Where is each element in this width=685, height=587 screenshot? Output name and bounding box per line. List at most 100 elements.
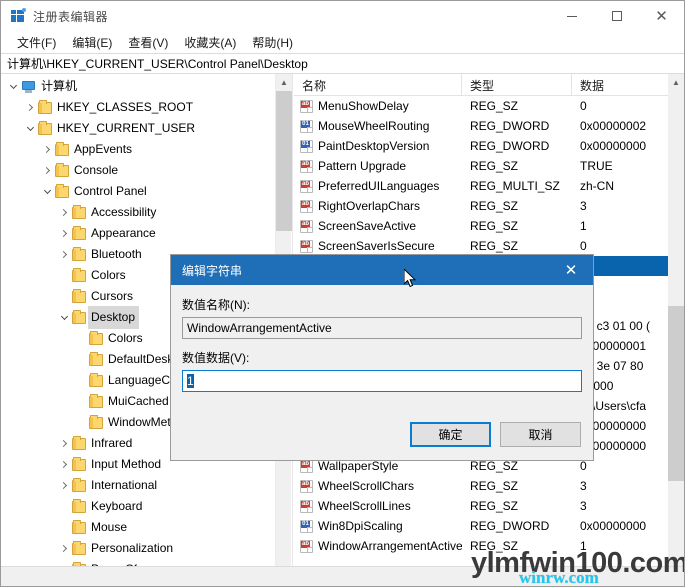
folder-icon bbox=[72, 435, 86, 450]
value-data-input[interactable]: 1 bbox=[182, 370, 582, 392]
registry-value-row[interactable]: ab RightOverlapChars REG_SZ 3 bbox=[294, 196, 668, 216]
tree-node[interactable]: Control Panel bbox=[1, 181, 276, 202]
address-bar[interactable]: 计算机\HKEY_CURRENT_USER\Control Panel\Desk… bbox=[1, 53, 684, 74]
list-scroll-thumb[interactable] bbox=[668, 306, 684, 481]
tree-node-label: MuiCached bbox=[108, 394, 169, 408]
registry-value-row[interactable]: 01 PaintDesktopVersion REG_DWORD 0x00000000 bbox=[294, 136, 668, 156]
folder-icon bbox=[38, 99, 52, 114]
chevron-down-icon[interactable] bbox=[56, 307, 72, 328]
value-name-input[interactable]: WindowArrangementActive bbox=[182, 317, 582, 339]
tree-node-label: Console bbox=[74, 163, 119, 177]
cancel-button[interactable]: 取消 bbox=[500, 422, 581, 447]
column-header-data[interactable]: 数据 bbox=[572, 74, 668, 96]
column-header-name[interactable]: 名称 bbox=[294, 74, 462, 96]
window-controls: ✕ bbox=[549, 1, 684, 31]
tree-node-label: WindowMet bbox=[108, 415, 171, 429]
menu-help[interactable]: 帮助(H) bbox=[244, 32, 301, 53]
registry-editor-icon bbox=[10, 8, 26, 24]
tree-node[interactable]: AppEvents bbox=[1, 139, 276, 160]
chevron-right-icon[interactable] bbox=[56, 223, 72, 244]
minimize-button[interactable] bbox=[549, 1, 594, 31]
registry-value-row[interactable]: ab ScreenSaveActive REG_SZ 1 bbox=[294, 216, 668, 236]
tree-node[interactable]: HKEY_CURRENT_USER bbox=[1, 118, 276, 139]
value-name-text: MenuShowDelay bbox=[318, 99, 409, 113]
value-name-text: Pattern Upgrade bbox=[318, 159, 407, 173]
folder-icon bbox=[55, 183, 69, 198]
registry-value-row[interactable]: 01 MouseWheelRouting REG_DWORD 0x00000002 bbox=[294, 116, 668, 136]
value-type-cell: REG_SZ bbox=[470, 459, 519, 473]
chevron-right-icon[interactable] bbox=[39, 160, 55, 181]
value-name-text: WheelScrollChars bbox=[318, 479, 415, 493]
value-name-text: PreferredUILanguages bbox=[318, 179, 440, 193]
tree-node-label: 计算机 bbox=[41, 79, 78, 93]
value-name-cell: ab Pattern Upgrade bbox=[294, 159, 462, 173]
menu-edit[interactable]: 编辑(E) bbox=[64, 32, 120, 53]
value-data-cell: 0x00000002 bbox=[580, 119, 647, 133]
value-data-cell: 0x00000000 bbox=[580, 519, 647, 533]
string-value-icon: ab bbox=[300, 99, 313, 113]
dialog-close-button[interactable]: ✕ bbox=[549, 255, 593, 285]
chevron-right-icon[interactable] bbox=[56, 244, 72, 265]
value-data-cell: zh-CN bbox=[580, 179, 615, 193]
maximize-button[interactable] bbox=[594, 1, 639, 31]
menu-favorites[interactable]: 收藏夹(A) bbox=[176, 32, 244, 53]
registry-value-row[interactable]: ab WindowArrangementActive REG_SZ 1 bbox=[294, 536, 668, 556]
value-type-cell: REG_SZ bbox=[470, 239, 519, 253]
registry-value-row[interactable]: ab MenuShowDelay REG_SZ 0 bbox=[294, 96, 668, 116]
menu-view[interactable]: 查看(V) bbox=[120, 32, 176, 53]
tree-node-label: Colors bbox=[91, 268, 126, 282]
tree-node-label: Desktop bbox=[88, 306, 140, 329]
tree-node[interactable]: International bbox=[1, 475, 276, 496]
tree-node[interactable]: 计算机 bbox=[1, 76, 276, 97]
tree-scroll-up-button[interactable]: ▲ bbox=[276, 74, 292, 91]
value-name-text: PaintDesktopVersion bbox=[318, 139, 430, 153]
tree-node[interactable]: Appearance bbox=[1, 223, 276, 244]
tree-node-label: Cursors bbox=[91, 289, 134, 303]
folder-icon bbox=[72, 309, 86, 324]
dialog-title-bar: 编辑字符串 ✕ bbox=[171, 255, 593, 285]
list-scroll-up-button[interactable]: ▲ bbox=[668, 74, 684, 91]
tree-node-label: LanguageCo bbox=[108, 373, 177, 387]
value-data-cell: TRUE bbox=[580, 159, 613, 173]
chevron-right-icon[interactable] bbox=[56, 433, 72, 454]
registry-value-row[interactable]: ab WheelScrollChars REG_SZ 3 bbox=[294, 476, 668, 496]
menu-file[interactable]: 文件(F) bbox=[9, 32, 64, 53]
chevron-down-icon[interactable] bbox=[22, 118, 38, 139]
chevron-right-icon[interactable] bbox=[22, 97, 38, 118]
chevron-right-icon[interactable] bbox=[56, 538, 72, 559]
chevron-right-icon[interactable] bbox=[56, 202, 72, 223]
tree-node[interactable]: HKEY_CLASSES_ROOT bbox=[1, 97, 276, 118]
close-button[interactable]: ✕ bbox=[639, 1, 684, 31]
window-title: 注册表编辑器 bbox=[33, 9, 109, 24]
column-header-type[interactable]: 类型 bbox=[462, 74, 572, 96]
registry-editor-window: 注册表编辑器 ✕ 文件(F) 编辑(E) 查看(V) 收藏夹(A) 帮助(H) … bbox=[0, 0, 685, 587]
tree-node-label: HKEY_CLASSES_ROOT bbox=[57, 100, 194, 114]
tree-node[interactable]: Mouse bbox=[1, 517, 276, 538]
tree-node[interactable]: Console bbox=[1, 160, 276, 181]
registry-value-row[interactable]: ab Pattern Upgrade REG_SZ TRUE bbox=[294, 156, 668, 176]
ok-button[interactable]: 确定 bbox=[410, 422, 491, 447]
tree-node[interactable]: Accessibility bbox=[1, 202, 276, 223]
tree-node[interactable]: Keyboard bbox=[1, 496, 276, 517]
string-value-icon: ab bbox=[300, 479, 313, 493]
list-vertical-scrollbar[interactable]: ▲ bbox=[668, 74, 684, 571]
chevron-right-icon[interactable] bbox=[56, 454, 72, 475]
string-value-icon: ab bbox=[300, 179, 313, 193]
tree-node[interactable]: Personalization bbox=[1, 538, 276, 559]
chevron-down-icon[interactable] bbox=[5, 76, 21, 97]
registry-value-row[interactable]: ab WheelScrollLines REG_SZ 3 bbox=[294, 496, 668, 516]
value-type-cell: REG_SZ bbox=[470, 219, 519, 233]
tree-scroll-thumb[interactable] bbox=[276, 91, 292, 231]
string-value-icon: ab bbox=[300, 499, 313, 513]
registry-value-row[interactable]: ab ScreenSaverIsSecure REG_SZ 0 bbox=[294, 236, 668, 256]
registry-value-row[interactable]: 01 Win8DpiScaling REG_DWORD 0x00000000 bbox=[294, 516, 668, 536]
registry-value-row[interactable]: ab PreferredUILanguages REG_MULTI_SZ zh-CN bbox=[294, 176, 668, 196]
dialog-buttons: 确定 取消 bbox=[410, 422, 581, 447]
chevron-down-icon[interactable] bbox=[39, 181, 55, 202]
chevron-right-icon[interactable] bbox=[56, 475, 72, 496]
chevron-right-icon[interactable] bbox=[39, 139, 55, 160]
value-name-text: WallpaperStyle bbox=[318, 459, 399, 473]
